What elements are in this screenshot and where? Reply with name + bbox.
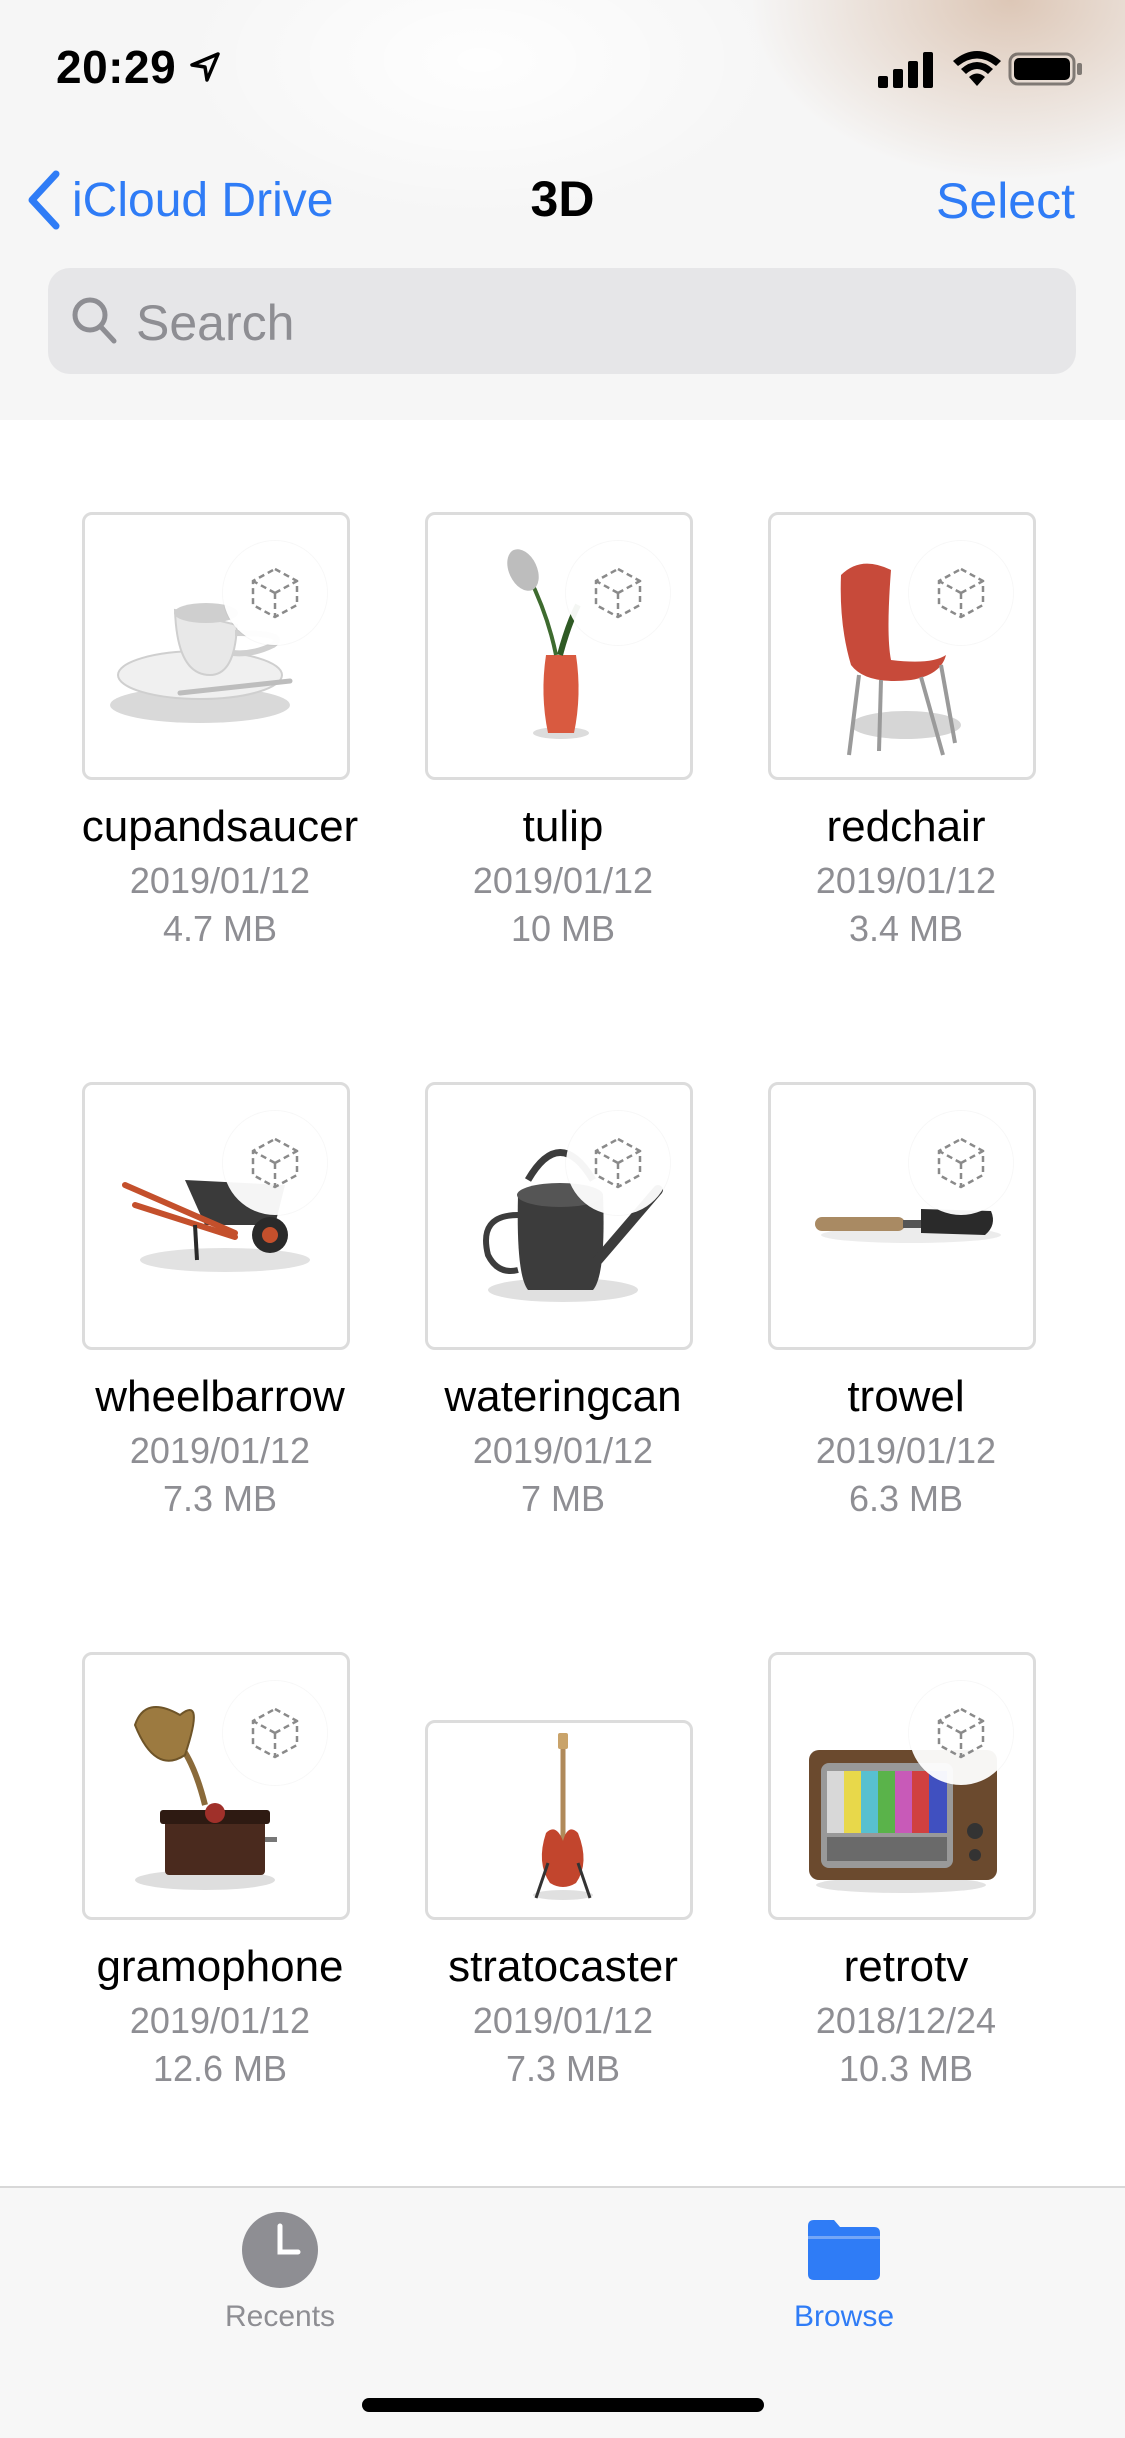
file-thumbnail[interactable] <box>82 1082 350 1350</box>
ar-model-badge <box>566 541 670 645</box>
ar-model-badge <box>223 1111 327 1215</box>
file-name: stratocaster <box>448 1942 678 1991</box>
file-name: retrotv <box>843 1942 969 1991</box>
file-date: 2019/01/12 <box>472 2000 654 2041</box>
file-item-cupandsaucer[interactable]: cupandsaucer 2019/01/12 4.7 MB <box>48 512 392 962</box>
guitar-thumbnail <box>533 1733 593 1900</box>
file-size: 7.3 MB <box>162 1478 278 1519</box>
navigation-bar: 3D iCloud Drive Select <box>0 150 1125 250</box>
file-date: 2019/01/12 <box>815 1430 997 1471</box>
file-thumbnail[interactable] <box>82 512 350 780</box>
status-time: 20:29 <box>56 41 177 93</box>
file-name: gramophone <box>96 1942 344 1991</box>
file-item-retrotv[interactable]: retrotv 2018/12/24 10.3 MB <box>734 1652 1078 2102</box>
back-button-label: iCloud Drive <box>72 173 334 227</box>
file-name: tulip <box>522 802 604 851</box>
location-arrow-icon <box>190 52 220 82</box>
file-thumbnail[interactable] <box>768 512 1036 780</box>
search-placeholder: Search <box>136 295 295 351</box>
file-name: wheelbarrow <box>95 1372 345 1421</box>
file-date: 2018/12/24 <box>815 2000 997 2041</box>
3d-cube-icon <box>251 1707 299 1759</box>
file-size: 10.3 MB <box>838 2048 974 2089</box>
file-thumbnail[interactable] <box>768 1652 1036 1920</box>
3d-cube-icon <box>937 1707 985 1759</box>
file-date: 2019/01/12 <box>129 1430 311 1471</box>
3d-cube-icon <box>251 1137 299 1189</box>
tab-recents[interactable]: Recents <box>130 2210 430 2334</box>
cellular-signal-icon <box>878 52 933 88</box>
file-size: 7 MB <box>520 1478 606 1519</box>
back-button[interactable]: iCloud Drive <box>24 168 333 232</box>
tab-bar: Recents Browse <box>0 2186 1125 2438</box>
file-item-gramophone[interactable]: gramophone 2019/01/12 12.6 MB <box>48 1652 392 2102</box>
search-icon <box>72 297 117 344</box>
file-size: 10 MB <box>510 908 616 949</box>
tab-browse-label: Browse <box>793 2300 895 2333</box>
ar-model-badge <box>909 1681 1013 1785</box>
file-thumbnail[interactable] <box>82 1652 350 1920</box>
3d-cube-icon <box>594 1137 642 1189</box>
3d-cube-icon <box>937 1137 985 1189</box>
file-date: 2019/01/12 <box>129 860 311 901</box>
3d-cube-icon <box>251 567 299 619</box>
file-name: redchair <box>826 802 986 851</box>
file-size: 3.4 MB <box>848 908 964 949</box>
file-date: 2019/01/12 <box>815 860 997 901</box>
file-date: 2019/01/12 <box>472 860 654 901</box>
select-button[interactable]: Select <box>936 172 1075 230</box>
file-item-stratocaster[interactable]: stratocaster 2019/01/12 7.3 MB <box>391 1652 735 2102</box>
file-item-tulip[interactable]: tulip 2019/01/12 10 MB <box>391 512 735 962</box>
file-name: cupandsaucer <box>81 802 359 851</box>
file-size: 7.3 MB <box>505 2048 621 2089</box>
file-thumbnail[interactable] <box>425 512 693 780</box>
folder-icon <box>808 2220 880 2280</box>
file-size: 6.3 MB <box>848 1478 964 1519</box>
status-bar: 20:29 <box>0 0 1125 132</box>
file-size: 12.6 MB <box>152 2048 288 2089</box>
file-item-wheelbarrow[interactable]: wheelbarrow 2019/01/12 7.3 MB <box>48 1082 392 1532</box>
battery-icon <box>1008 52 1082 86</box>
file-thumbnail[interactable] <box>425 1720 693 1920</box>
ar-model-badge <box>223 541 327 645</box>
file-date: 2019/01/12 <box>472 1430 654 1471</box>
file-date: 2019/01/12 <box>129 2000 311 2041</box>
search-field[interactable]: Search <box>48 268 1076 374</box>
file-size: 4.7 MB <box>162 908 278 949</box>
file-thumbnail[interactable] <box>425 1082 693 1350</box>
file-thumbnail[interactable] <box>768 1082 1036 1350</box>
wifi-icon <box>953 51 1001 86</box>
ar-model-badge <box>223 1681 327 1785</box>
file-name: wateringcan <box>444 1372 682 1421</box>
file-item-wateringcan[interactable]: wateringcan 2019/01/12 7 MB <box>391 1082 735 1532</box>
file-name: trowel <box>847 1372 965 1421</box>
ar-model-badge <box>566 1111 670 1215</box>
ar-model-badge <box>909 541 1013 645</box>
3d-cube-icon <box>594 567 642 619</box>
3d-cube-icon <box>937 567 985 619</box>
tab-browse[interactable]: Browse <box>694 2210 994 2334</box>
file-item-trowel[interactable]: trowel 2019/01/12 6.3 MB <box>734 1082 1078 1532</box>
chevron-left-icon <box>28 170 60 230</box>
ar-model-badge <box>909 1111 1013 1215</box>
clock-icon <box>242 2212 318 2288</box>
file-item-redchair[interactable]: redchair 2019/01/12 3.4 MB <box>734 512 1078 962</box>
tab-recents-label: Recents <box>224 2300 336 2333</box>
home-indicator[interactable] <box>362 2398 764 2412</box>
